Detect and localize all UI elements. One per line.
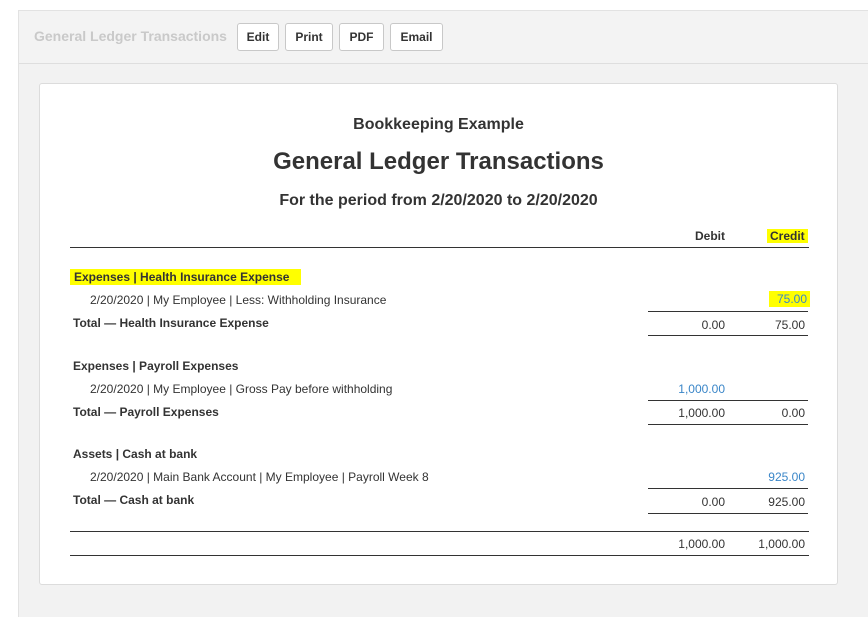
- email-button[interactable]: Email: [390, 23, 443, 51]
- section-total-label: Total — Cash at bank: [73, 493, 195, 507]
- report-period: For the period from 2/20/2020 to 2/20/20…: [279, 192, 598, 209]
- account-heading[interactable]: Expenses | Payroll Expenses: [73, 359, 238, 373]
- toolbar-title: General Ledger Transactions: [34, 28, 227, 44]
- transaction-debit-amount[interactable]: 1,000.00: [665, 382, 725, 396]
- section-total-debit: 1,000.00: [678, 406, 725, 420]
- pdf-button[interactable]: PDF: [339, 23, 384, 51]
- credit-column-header: Credit: [767, 229, 808, 243]
- toolbar: General Ledger Transactions Edit Print P…: [19, 11, 868, 64]
- debit-column-header: Debit: [695, 229, 725, 243]
- section-total-credit: 0.00: [781, 406, 805, 420]
- section-total-label: Total — Payroll Expenses: [73, 405, 219, 419]
- transaction-description: 2/20/2020 | My Employee | Less: Withhold…: [90, 293, 387, 307]
- report-title: General Ledger Transactions: [273, 148, 604, 175]
- app-window: General Ledger Transactions Edit Print P…: [18, 10, 868, 617]
- print-button[interactable]: Print: [285, 23, 333, 51]
- subtotal-rule: [648, 488, 808, 489]
- section-total-debit: 0.00: [701, 495, 725, 509]
- edit-button[interactable]: Edit: [237, 23, 279, 51]
- grand-total-debit: 1,000.00: [678, 537, 725, 551]
- subtotal-rule: [648, 311, 808, 312]
- grand-total-credit: 1,000.00: [758, 537, 805, 551]
- grand-total-top-rule: [70, 531, 809, 532]
- transaction-description: 2/20/2020 | My Employee | Gross Pay befo…: [90, 382, 393, 396]
- section-total-debit: 0.00: [701, 318, 725, 332]
- account-heading[interactable]: Assets | Cash at bank: [73, 447, 197, 461]
- section-total-credit: 925.00: [768, 495, 805, 509]
- section-total-credit: 75.00: [774, 318, 805, 332]
- total-rule: [648, 513, 808, 514]
- report-card: Bookkeeping Example General Ledger Trans…: [39, 83, 838, 585]
- transaction-description: 2/20/2020 | Main Bank Account | My Emplo…: [90, 470, 429, 484]
- header-rule: [70, 247, 809, 248]
- total-rule: [648, 335, 808, 336]
- transaction-credit-amount[interactable]: 75.00: [769, 291, 810, 307]
- transaction-credit-amount[interactable]: 925.00: [745, 470, 805, 484]
- subtotal-rule: [648, 400, 808, 401]
- section-total-label: Total — Health Insurance Expense: [73, 316, 269, 330]
- grand-total-bottom-rule: [70, 555, 809, 556]
- account-heading[interactable]: Expenses | Health Insurance Expense: [70, 269, 302, 285]
- total-rule: [648, 424, 808, 425]
- report-company: Bookkeeping Example: [353, 116, 524, 133]
